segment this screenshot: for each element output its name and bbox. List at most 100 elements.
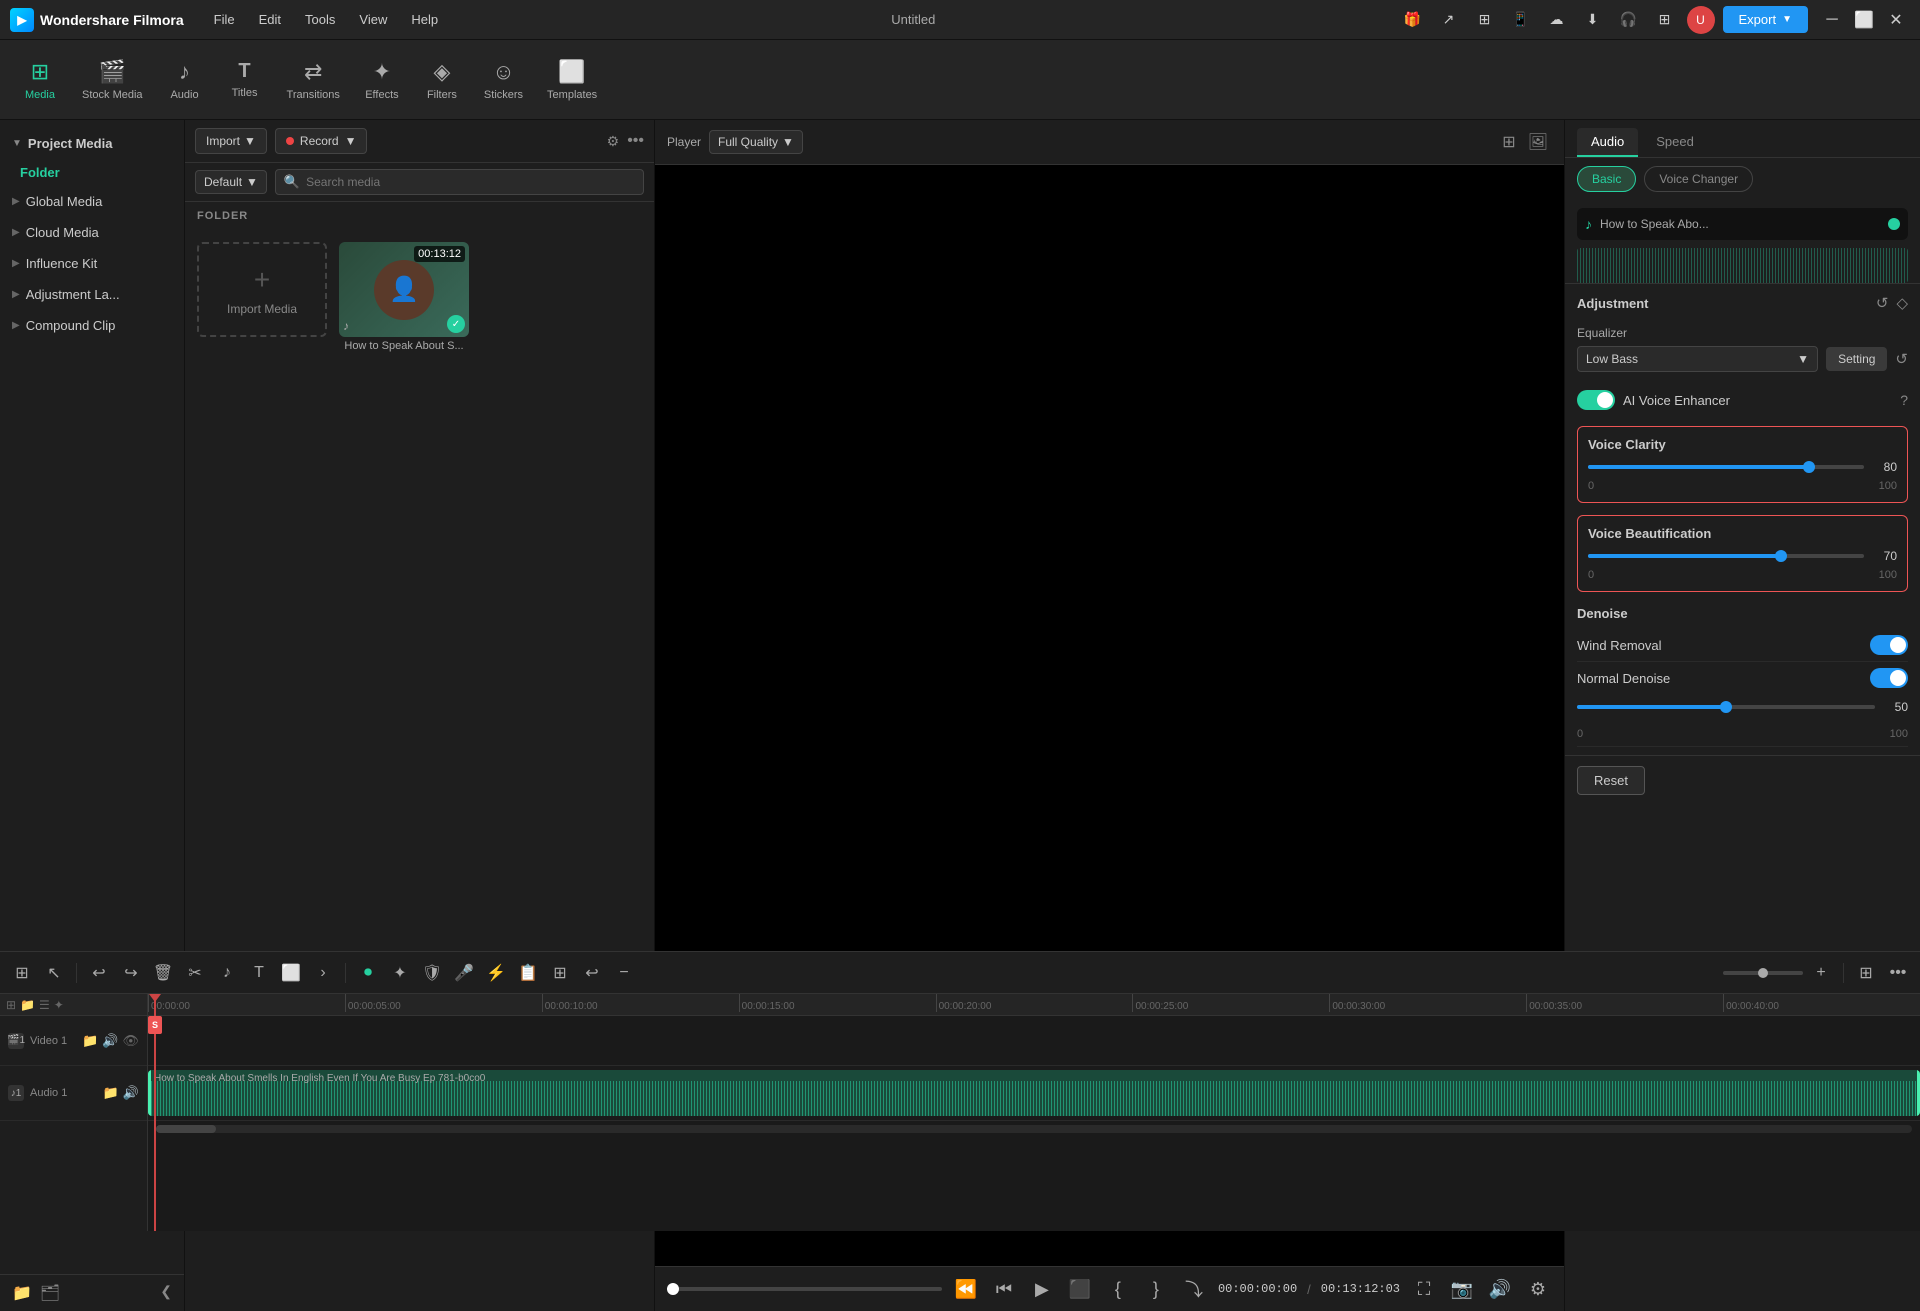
record-voice-tool[interactable]: 🎤 [450,959,478,987]
mask-tool[interactable]: 🛡 [418,959,446,987]
step-back-button[interactable]: ⏮ [990,1275,1018,1303]
tab-audio[interactable]: Audio [1577,128,1638,157]
filter-icon[interactable]: ⚙ [607,133,620,150]
cut-button[interactable]: ✂ [181,959,209,987]
audio-track-folder-icon[interactable]: 📁 [103,1085,119,1101]
subtab-voice-changer[interactable]: Voice Changer [1644,166,1753,192]
sidebar-item-adjustment[interactable]: ▶ Adjustment La... [0,279,184,310]
speed-tool[interactable]: ⚡ [482,959,510,987]
more-tools[interactable]: › [309,959,337,987]
menu-help[interactable]: Help [401,8,448,31]
eq-reset-icon[interactable]: ↺ [1895,350,1908,368]
eq-preset-dropdown[interactable]: Low Bass ▼ [1577,346,1818,372]
sort-dropdown[interactable]: Default ▼ [195,170,267,194]
tool-templates[interactable]: ⬜ Templates [535,53,609,107]
sidebar-item-influence[interactable]: ▶ Influence Kit [0,248,184,279]
keyframe-tool[interactable]: ⏺ [354,959,382,987]
menu-file[interactable]: File [204,8,245,31]
ai-enhancer-toggle[interactable] [1577,390,1615,410]
image-view-icon[interactable]: 🖼 [1524,128,1552,156]
reset-adjustment-icon[interactable]: ↺ [1876,294,1889,312]
video-track-volume-icon[interactable]: 🔊 [102,1033,118,1049]
copy-adjustment-icon[interactable]: ◇ [1896,294,1908,312]
collapse-sidebar-button[interactable]: ❮ [160,1283,172,1303]
plus-zoom[interactable]: + [1807,959,1835,987]
video-track-folder-icon[interactable]: 📁 [82,1033,98,1049]
audio-tool[interactable]: ♪ [213,959,241,987]
save-cloud-icon[interactable]: ☁ [1543,6,1571,34]
undo-button[interactable]: ↩ [85,959,113,987]
rewind-button[interactable]: ⏪ [952,1275,980,1303]
sidebar-item-compound[interactable]: ▶ Compound Clip [0,310,184,341]
menu-view[interactable]: View [349,8,397,31]
grid-icon[interactable]: ⊞ [1471,6,1499,34]
crop-tool[interactable]: ⬜ [277,959,305,987]
import-media-card[interactable]: + Import Media [197,242,327,337]
audio-toggle-button[interactable]: 🔊 [1486,1275,1514,1303]
user-avatar[interactable]: U [1687,6,1715,34]
export-button[interactable]: Export ▼ [1723,6,1808,33]
eq-setting-button[interactable]: Setting [1826,347,1887,371]
menu-edit[interactable]: Edit [249,8,291,31]
ai-help-icon[interactable]: ? [1900,392,1908,408]
normal-denoise-toggle[interactable] [1870,668,1908,688]
menu-tools[interactable]: Tools [295,8,345,31]
record-button[interactable]: Record ▼ [275,128,368,154]
tool-audio[interactable]: ♪ Audio [155,53,215,107]
more-options-icon[interactable]: ••• [627,132,644,150]
download-icon[interactable]: ⬇ [1579,6,1607,34]
apps-icon[interactable]: ⊞ [1651,6,1679,34]
audio-track[interactable]: How to Speak About Smells In English Eve… [148,1066,1920,1121]
normal-denoise-slider[interactable] [1577,705,1875,709]
settings-button[interactable]: ⚙ [1524,1275,1552,1303]
voice-clarity-slider[interactable] [1588,465,1864,469]
minus-zoom[interactable]: − [610,959,638,987]
clip-tool[interactable]: 📋 [514,959,542,987]
minimize-button[interactable]: ─ [1818,6,1846,34]
delete-button[interactable]: 🗑 [149,959,177,987]
timeline-scrollbar[interactable] [156,1125,1912,1133]
media-thumbnail-0[interactable]: 👤 00:13:12 ✓ ♪ [339,242,469,337]
video-track[interactable] [148,1016,1920,1066]
mark-in-button[interactable]: { [1104,1275,1132,1303]
stop-button[interactable]: ⬛ [1066,1275,1094,1303]
sub-clip-tool[interactable]: ⊞ [546,959,574,987]
video-track-eye-icon[interactable]: 👁 [122,1033,139,1049]
subtab-basic[interactable]: Basic [1577,166,1636,192]
zoom-slider[interactable] [1723,971,1803,975]
tool-transitions[interactable]: ⇄ Transitions [275,53,352,107]
tool-media[interactable]: ⊞ Media [10,53,70,107]
tool-stock[interactable]: 🎬 Stock Media [70,53,155,107]
voice-beautification-slider[interactable] [1588,554,1864,558]
tool-effects[interactable]: ✦ Effects [352,53,412,107]
text-tool[interactable]: T [245,959,273,987]
scrollbar-thumb[interactable] [156,1125,216,1133]
tab-speed[interactable]: Speed [1642,128,1708,157]
sidebar-sub-folder[interactable]: Folder [0,159,184,186]
settings-tool[interactable]: ••• [1884,959,1912,987]
reset-button[interactable]: Reset [1577,766,1645,795]
tool-filters[interactable]: ◈ Filters [412,53,472,107]
effect-tool[interactable]: ✦ [386,959,414,987]
new-folder-icon[interactable]: 📁 [12,1283,32,1303]
tool-stickers[interactable]: ☺ Stickers [472,53,535,107]
export-frame-button[interactable]: ⤵ [1180,1275,1208,1303]
phone-icon[interactable]: 📱 [1507,6,1535,34]
tool-titles[interactable]: T Titles [215,54,275,105]
group-track-icon[interactable]: ☰ [39,998,50,1012]
ai-track-icon[interactable]: ✦ [54,998,64,1012]
playback-slider[interactable] [667,1287,942,1291]
sidebar-item-cloud[interactable]: ▶ Cloud Media [0,217,184,248]
snapshot-button[interactable]: 📷 [1448,1275,1476,1303]
quality-dropdown[interactable]: Full Quality ▼ [709,130,803,154]
audio-track-volume-icon[interactable]: 🔊 [123,1085,139,1101]
search-input[interactable] [306,175,635,189]
sidebar-item-global[interactable]: ▶ Global Media [0,186,184,217]
gift-icon[interactable]: 🎁 [1399,6,1427,34]
play-button[interactable]: ▶ [1028,1275,1056,1303]
timeline-select-tool[interactable]: ⊞ [8,959,36,987]
import-dropdown[interactable]: Import ▼ [195,128,267,154]
folder-track-icon[interactable]: 📁 [20,998,35,1012]
layout-tool[interactable]: ⊞ [1852,959,1880,987]
wind-removal-toggle[interactable] [1870,635,1908,655]
